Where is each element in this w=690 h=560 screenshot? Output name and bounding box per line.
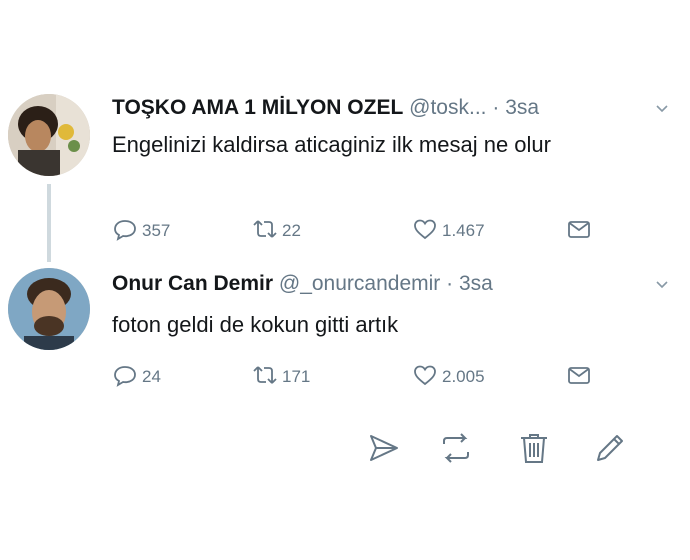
handle[interactable]: @_onurcandemir (279, 272, 440, 295)
reply-button[interactable]: 357 (112, 216, 170, 246)
toolbar-retweet-button[interactable] (438, 430, 474, 466)
retweet-count: 22 (282, 221, 301, 240)
bottom-toolbar (360, 430, 640, 466)
retweet-icon (438, 433, 474, 470)
send-icon (366, 435, 402, 470)
direct-message-button[interactable] (566, 216, 596, 246)
retweet-button[interactable]: 171 (252, 362, 310, 392)
retweet-icon (252, 362, 282, 393)
display-name[interactable]: Onur Can Demir (112, 272, 273, 295)
like-button[interactable]: 2.005 (412, 362, 485, 392)
envelope-icon (566, 362, 596, 393)
timestamp[interactable]: 3sa (505, 96, 539, 119)
pencil-icon (592, 435, 628, 470)
timestamp[interactable]: 3sa (459, 272, 493, 295)
like-count: 1.467 (442, 221, 485, 240)
reply-count: 357 (142, 221, 171, 240)
avatar[interactable] (8, 94, 90, 176)
retweet-icon (252, 216, 282, 247)
tweet-header: TOŞKO AMA 1 MİLYON OZEL @tosk... · 3sa (112, 96, 670, 126)
like-count: 2.005 (442, 367, 485, 386)
avatar[interactable] (8, 268, 90, 350)
separator-dot: · (492, 96, 500, 119)
reply-count: 24 (142, 367, 161, 386)
heart-icon (412, 362, 442, 393)
separator-dot: · (446, 272, 454, 295)
retweet-count: 171 (282, 367, 311, 386)
reply-button[interactable]: 24 (112, 362, 161, 392)
tweet-text: Engelinizi kaldirsa aticaginiz ilk mesaj… (112, 132, 551, 157)
heart-icon (412, 216, 442, 247)
edit-button[interactable] (592, 430, 628, 466)
reply-icon (112, 362, 142, 393)
direct-message-button[interactable] (566, 362, 596, 392)
tweet[interactable]: TOŞKO AMA 1 MİLYON OZEL @tosk... · 3sa E… (0, 88, 690, 262)
reply-icon (112, 216, 142, 247)
tweet-actions: 357 22 1.467 (112, 216, 612, 246)
send-button[interactable] (366, 430, 402, 466)
avatar-image (8, 268, 90, 350)
envelope-icon (566, 216, 596, 247)
avatar-image (8, 94, 90, 176)
chevron-down-icon[interactable] (654, 274, 670, 290)
tweet-text: foton geldi de kokun gitti artık (112, 312, 399, 337)
retweet-button[interactable]: 22 (252, 216, 301, 246)
thread-line (47, 184, 51, 262)
trash-icon (516, 434, 552, 470)
chevron-down-icon[interactable] (654, 98, 670, 114)
tweet[interactable]: Onur Can Demir @_onurcandemir · 3sa foto… (0, 262, 690, 412)
delete-button[interactable] (516, 430, 552, 466)
tweet-header: Onur Can Demir @_onurcandemir · 3sa (112, 272, 670, 302)
handle[interactable]: @tosk... (409, 96, 486, 119)
display-name[interactable]: TOŞKO AMA 1 MİLYON OZEL (112, 96, 403, 119)
tweet-actions: 24 171 2.005 (112, 362, 612, 392)
like-button[interactable]: 1.467 (412, 216, 485, 246)
